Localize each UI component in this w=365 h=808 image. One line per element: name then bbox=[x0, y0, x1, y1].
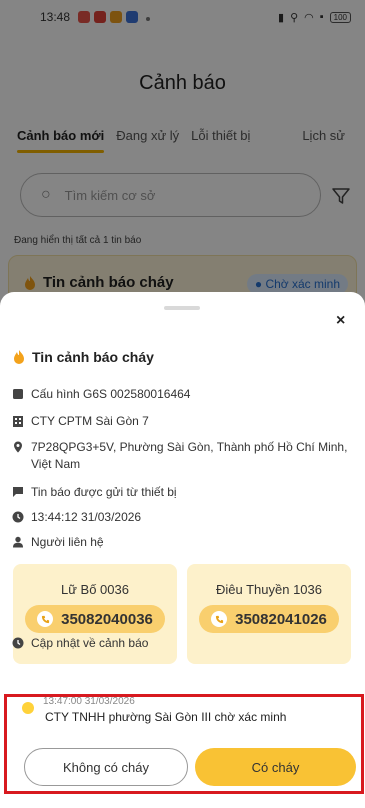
alert-detail-sheet: × Tin cảnh báo cháy Cấu hình G6S 0025800… bbox=[0, 292, 365, 808]
phone-icon bbox=[211, 611, 228, 627]
sheet-title-row: Tin cảnh báo cháy bbox=[12, 349, 154, 365]
config-row: Cấu hình G6S 002580016464 bbox=[12, 386, 357, 403]
phone-number: 35082040036 bbox=[61, 610, 153, 628]
contact-label-row: Người liên hệ bbox=[12, 534, 357, 551]
contact-label: Người liên hệ bbox=[31, 535, 104, 549]
source-row: Tin báo được gửi từ thiết bị bbox=[12, 484, 357, 501]
contact-name: Điêu Thuyền 1036 bbox=[215, 582, 322, 597]
close-button[interactable]: × bbox=[336, 312, 345, 330]
config-text: Cấu hình G6S 002580016464 bbox=[31, 387, 191, 401]
fire-icon bbox=[14, 350, 24, 364]
highlight-box bbox=[4, 694, 364, 794]
device-icon bbox=[13, 389, 23, 399]
sheet-title: Tin cảnh báo cháy bbox=[32, 349, 154, 365]
call-button[interactable]: 35082041026 bbox=[199, 605, 339, 633]
datetime-text: 13:44:12 31/03/2026 bbox=[31, 510, 142, 524]
message-icon bbox=[13, 487, 23, 497]
phone-icon bbox=[37, 611, 54, 627]
source-text: Tin báo được gửi từ thiết bị bbox=[31, 485, 177, 499]
address-row: 7P28QPG3+5V, Phường Sài Gòn, Thành phố H… bbox=[12, 439, 357, 473]
updates-label: Cập nhật về cảnh báo bbox=[31, 636, 149, 650]
location-pin-icon bbox=[14, 441, 22, 453]
building-icon bbox=[13, 416, 23, 427]
updates-label-row: Cập nhật về cảnh báo bbox=[12, 635, 357, 652]
datetime-row: 13:44:12 31/03/2026 bbox=[12, 509, 357, 526]
phone-number: 35082041026 bbox=[235, 610, 327, 628]
person-icon bbox=[13, 536, 23, 548]
clock-icon bbox=[12, 511, 24, 523]
contact-name: Lữ Bố 0036 bbox=[61, 582, 129, 597]
call-button[interactable]: 35082040036 bbox=[25, 605, 165, 633]
company-row: CTY CPTM Sài Gòn 7 bbox=[12, 413, 357, 430]
clock-icon bbox=[12, 637, 24, 649]
drag-handle[interactable] bbox=[164, 306, 200, 310]
company-name: CTY CPTM Sài Gòn 7 bbox=[31, 414, 149, 428]
address-text: 7P28QPG3+5V, Phường Sài Gòn, Thành phố H… bbox=[31, 440, 348, 471]
